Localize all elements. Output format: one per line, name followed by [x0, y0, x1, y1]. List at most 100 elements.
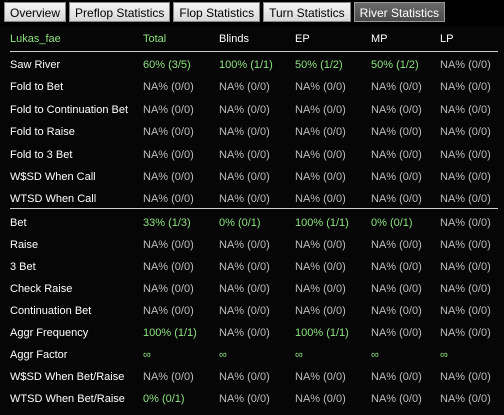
cell-mp: NA% (0/0): [371, 81, 422, 94]
cell-mp: NA% (0/0): [371, 103, 422, 116]
cell-mp: NA% (0/0): [371, 171, 422, 183]
cell-total: NA% (0/0): [143, 171, 194, 183]
cell-total: 100% (1/1): [143, 327, 197, 339]
header-divider: [10, 51, 498, 52]
cell-total: NA% (0/0): [143, 103, 194, 116]
cell-label: Aggr Factor: [10, 349, 68, 361]
header-ep: EP: [295, 33, 310, 45]
cell-mp: NA% (0/0): [371, 283, 422, 295]
cell-lp: NA% (0/0): [440, 126, 491, 139]
tab-preflop-statistics[interactable]: Preflop Statistics: [69, 2, 171, 22]
cell-label: Continuation Bet: [10, 305, 92, 317]
tab-overview[interactable]: Overview: [4, 2, 67, 22]
cell-ep: ∞: [295, 349, 303, 361]
cell-blinds: NA% (0/0): [219, 239, 270, 251]
cell-blinds: NA% (0/0): [219, 305, 270, 317]
cell-blinds: NA% (0/0): [219, 81, 270, 94]
statistics-panel: Lukas_fae Total Blinds EP MP LP Saw Rive…: [0, 26, 504, 415]
cell-lp: NA% (0/0): [440, 103, 491, 116]
cell-lp: NA% (0/0): [440, 59, 491, 71]
cell-blinds: 100% (1/1): [219, 59, 273, 71]
cell-lp: NA% (0/0): [440, 327, 491, 339]
cell-label: Aggr Frequency: [10, 327, 89, 339]
cell-lp: ∞: [440, 349, 448, 361]
cell-total: NA% (0/0): [143, 261, 194, 273]
cell-lp: NA% (0/0): [440, 217, 491, 229]
tab-turn-statistics[interactable]: Turn Statistics: [263, 2, 351, 22]
cell-label: Fold to Raise: [10, 126, 75, 139]
cell-ep: NA% (0/0): [295, 283, 346, 295]
header-player-name: Lukas_fae: [10, 33, 61, 45]
cell-label: W$SD When Bet/Raise: [10, 371, 125, 383]
cell-lp: NA% (0/0): [440, 171, 491, 183]
cell-label: Fold to Bet: [10, 81, 64, 94]
cell-blinds: ∞: [219, 349, 227, 361]
cell-blinds: NA% (0/0): [219, 283, 270, 295]
cell-blinds: NA% (0/0): [219, 103, 270, 116]
cell-total: NA% (0/0): [143, 126, 194, 139]
cell-total: NA% (0/0): [143, 305, 194, 317]
cell-ep: NA% (0/0): [295, 171, 346, 183]
cell-total: ∞: [143, 349, 151, 361]
cell-label: 3 Bet: [10, 261, 36, 273]
cell-lp: NA% (0/0): [440, 148, 491, 161]
table-row-wsd-when-call: W$SD When Call NA% (0/0) NA% (0/0) NA% (0/0…: [0, 166, 504, 188]
cell-mp: NA% (0/0): [371, 126, 422, 139]
cell-lp: NA% (0/0): [440, 261, 491, 273]
cell-total: NA% (0/0): [143, 283, 194, 295]
table-row-continuation-bet: Continuation Bet NA% (0/0) NA% (0/0) NA% (0…: [0, 300, 504, 322]
cell-ep: NA% (0/0): [295, 239, 346, 251]
cell-blinds: NA% (0/0): [219, 371, 270, 383]
cell-total: NA% (0/0): [143, 81, 194, 94]
table-row-aggr-frequency: Aggr Frequency 100% (1/1) NA% (0/0) 100% (1…: [0, 322, 504, 344]
cell-mp: NA% (0/0): [371, 305, 422, 317]
table-row-wtsd-when-bet-raise: WTSD When Bet/Raise 0% (0/1) NA% (0/0) NA% …: [0, 388, 504, 410]
cell-label: Bet: [10, 217, 27, 229]
header-lp: LP: [440, 33, 454, 45]
table-row-fold-to-continuation-bet: Fold to Continuation Bet NA% (0/0) NA% (0/…: [0, 99, 504, 121]
cell-ep: NA% (0/0): [295, 148, 346, 161]
cell-label: Fold to Continuation Bet: [10, 103, 129, 116]
cell-total: NA% (0/0): [143, 239, 194, 251]
cell-total: NA% (0/0): [143, 371, 194, 383]
cell-blinds: NA% (0/0): [219, 393, 270, 405]
cell-lp: NA% (0/0): [440, 305, 491, 317]
cell-ep: 50% (1/2): [295, 59, 343, 71]
cell-mp: 50% (1/2): [371, 59, 419, 71]
cell-mp: NA% (0/0): [371, 371, 422, 383]
cell-blinds: NA% (0/0): [219, 148, 270, 161]
cell-lp: NA% (0/0): [440, 371, 491, 383]
cell-total: 60% (3/5): [143, 59, 191, 71]
table-row-aggr-factor: Aggr Factor ∞ ∞ ∞ ∞ ∞: [0, 344, 504, 366]
cell-mp: ∞: [371, 349, 379, 361]
cell-mp: 0% (0/1): [371, 217, 413, 229]
table-row-fold-to-raise: Fold to Raise NA% (0/0) NA% (0/0) NA% (0/0)…: [0, 121, 504, 143]
cell-ep: NA% (0/0): [295, 103, 346, 116]
cell-label: Saw River: [10, 59, 61, 71]
cell-label: W$SD When Call: [10, 171, 96, 183]
cell-blinds: NA% (0/0): [219, 327, 270, 339]
cell-ep: NA% (0/0): [295, 126, 346, 139]
tab-river-statistics[interactable]: River Statistics: [353, 2, 446, 22]
table-header: Lukas_fae Total Blinds EP MP LP: [0, 28, 504, 50]
cell-lp: NA% (0/0): [440, 239, 491, 251]
cell-total: NA% (0/0): [143, 148, 194, 161]
table-row-fold-to-bet: Fold to Bet NA% (0/0) NA% (0/0) NA% (0/0) NA…: [0, 76, 504, 98]
tab-flop-statistics[interactable]: Flop Statistics: [173, 2, 261, 22]
cell-mp: NA% (0/0): [371, 148, 422, 161]
cell-blinds: 0% (0/1): [219, 217, 261, 229]
table-row-check-raise: Check Raise NA% (0/0) NA% (0/0) NA% (0/0) NA…: [0, 278, 504, 300]
cell-lp: NA% (0/0): [440, 283, 491, 295]
tab-bar: Overview Preflop Statistics Flop Statist…: [4, 2, 446, 24]
cell-total: 33% (1/3): [143, 217, 191, 229]
cell-mp: NA% (0/0): [371, 393, 422, 405]
table-row-bet: Bet 33% (1/3) 0% (0/1) 100% (1/1) 0% (0/1) NA…: [0, 212, 504, 234]
cell-ep: NA% (0/0): [295, 371, 346, 383]
table-row-fold-to-3-bet: Fold to 3 Bet NA% (0/0) NA% (0/0) NA% (0/0)…: [0, 144, 504, 166]
header-total: Total: [143, 33, 167, 45]
table-row-raise: Raise NA% (0/0) NA% (0/0) NA% (0/0) NA% (0/0…: [0, 234, 504, 256]
cell-ep: NA% (0/0): [295, 305, 346, 317]
table-row-wsd-when-bet-raise: W$SD When Bet/Raise NA% (0/0) NA% (0/0) NA%…: [0, 366, 504, 388]
cell-ep: NA% (0/0): [295, 81, 346, 94]
cell-lp: NA% (0/0): [440, 393, 491, 405]
